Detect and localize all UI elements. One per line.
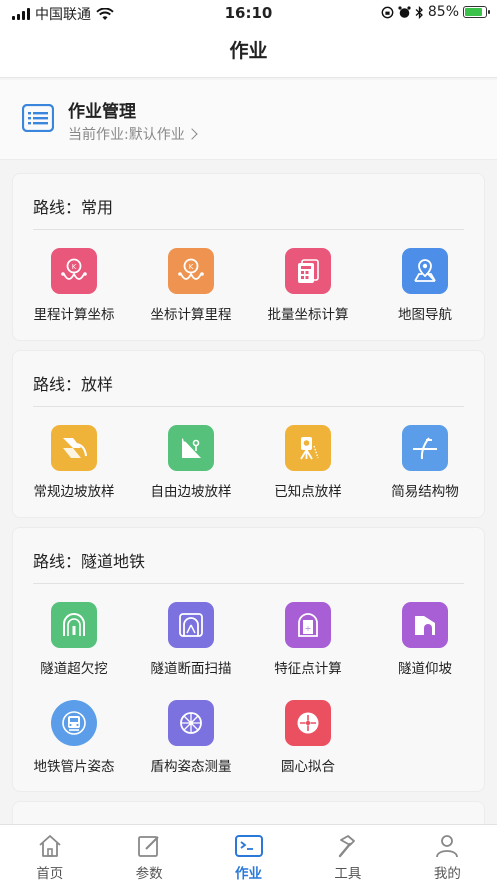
mileage-to-coordinate-icon: K <box>51 248 97 294</box>
tile-label: 常规边坡放样 <box>33 484 115 500</box>
divider <box>33 229 464 230</box>
tab-label: 首页 <box>36 866 64 882</box>
battery-icon <box>463 6 490 18</box>
hammer-icon <box>338 835 355 858</box>
tile-label: 隧道仰坡 <box>398 661 452 677</box>
current-job-label: 当前作业:默认作业 <box>68 127 185 143</box>
tab-bar: 首页 参数 作业 工具 我的 <box>0 824 497 883</box>
section-title: 路线：常用 <box>33 198 114 217</box>
chevron-right-icon <box>186 128 198 140</box>
tile-mileage-to-coordinate[interactable]: K 里程计算坐标 <box>15 248 133 328</box>
tile-label: 盾构姿态测量 <box>150 759 232 775</box>
tile-slope-stakeout[interactable]: 常规边坡放样 <box>15 425 133 505</box>
tab-home[interactable]: 首页 <box>0 825 99 883</box>
tile-tunnel-overbreak[interactable]: 隧道超欠挖 <box>15 602 133 682</box>
svg-text:÷: ÷ <box>305 624 312 633</box>
tunnel-overbreak-icon <box>51 602 97 648</box>
coordinate-to-mileage-icon: K <box>168 248 214 294</box>
tunnel-slope-icon <box>402 602 448 648</box>
tile-label: 里程计算坐标 <box>33 307 115 323</box>
tile-shield-attitude[interactable]: 盾构姿态测量 <box>132 700 250 780</box>
tile-label: 特征点计算 <box>274 661 342 677</box>
map-navigation-icon <box>402 248 448 294</box>
home-icon <box>39 835 61 857</box>
job-management[interactable]: 作业管理 当前作业:默认作业 <box>0 80 497 160</box>
known-point-stakeout-icon <box>285 425 331 471</box>
tab-label: 作业 <box>235 866 263 882</box>
tab-label: 参数 <box>135 866 163 882</box>
section-title: 路线：隧道地铁 <box>33 552 146 571</box>
divider <box>33 406 464 407</box>
tile-tunnel-slope[interactable]: 隧道仰坡 <box>366 602 484 682</box>
svg-text:K: K <box>189 263 194 271</box>
tile-label: 圆心拟合 <box>281 759 335 775</box>
tile-label: 地图导航 <box>398 307 452 323</box>
tile-label: 隧道断面扫描 <box>150 661 232 677</box>
tile-label: 自由边坡放样 <box>150 484 232 500</box>
rotation-lock-icon <box>381 6 394 18</box>
tile-free-slope[interactable]: 自由边坡放样 <box>132 425 250 505</box>
tile-coordinate-to-mileage[interactable]: K 坐标计算里程 <box>132 248 250 328</box>
tile-label: 坐标计算里程 <box>150 307 232 323</box>
tile-feature-point[interactable]: ÷ 特征点计算 <box>249 602 367 682</box>
section-title: 路线：放样 <box>33 375 114 394</box>
terminal-icon <box>234 835 263 857</box>
structure-icon <box>402 425 448 471</box>
free-slope-icon <box>168 425 214 471</box>
tunnel-section-scan-icon <box>168 602 214 648</box>
batch-calculation-icon <box>285 248 331 294</box>
tab-mine[interactable]: 我的 <box>398 825 497 883</box>
job-management-title: 作业管理 <box>68 102 136 122</box>
tab-label: 工具 <box>334 866 362 882</box>
section-stakeout: 路线：放样 常规边坡放样 自由边坡放样 已知点放样 简易结构物 <box>12 350 485 518</box>
user-icon <box>436 835 459 858</box>
section-common: 路线：常用 K 里程计算坐标 K 坐标计算里程 批量坐标计算 地图导航 <box>12 173 485 341</box>
shield-attitude-icon <box>168 700 214 746</box>
tile-tunnel-section-scan[interactable]: 隧道断面扫描 <box>132 602 250 682</box>
current-job[interactable]: 当前作业:默认作业 <box>68 124 198 144</box>
tile-label: 已知点放样 <box>274 484 342 500</box>
edit-icon <box>138 836 159 857</box>
tile-label: 批量坐标计算 <box>267 307 349 323</box>
feature-point-icon: ÷ <box>285 602 331 648</box>
page-title: 作业 <box>0 26 497 78</box>
tile-known-point-stakeout[interactable]: 已知点放样 <box>249 425 367 505</box>
svg-text:K: K <box>72 263 77 271</box>
battery-percent: 85% <box>427 4 459 20</box>
tab-label: 我的 <box>433 866 461 882</box>
alarm-icon <box>398 5 411 18</box>
status-bar: 中国联通 16:10 85% <box>0 0 497 26</box>
tile-map-navigation[interactable]: 地图导航 <box>366 248 484 328</box>
divider <box>33 583 464 584</box>
section-tunnel-subway: 路线：隧道地铁 隧道超欠挖 隧道断面扫描 ÷ 特征点计算 隧道仰坡 地铁管片姿态 <box>12 527 485 792</box>
bluetooth-icon <box>415 5 423 19</box>
tile-label: 地铁管片姿态 <box>33 759 115 775</box>
tab-jobs[interactable]: 作业 <box>199 825 298 883</box>
circle-fit-icon <box>285 700 331 746</box>
tile-batch-calculation[interactable]: 批量坐标计算 <box>249 248 367 328</box>
tile-subway-segment[interactable]: 地铁管片姿态 <box>15 700 133 780</box>
slope-stakeout-icon <box>51 425 97 471</box>
tile-label: 隧道超欠挖 <box>40 661 108 677</box>
tab-params[interactable]: 参数 <box>99 825 198 883</box>
tile-circle-fit[interactable]: 圆心拟合 <box>249 700 367 780</box>
list-document-icon <box>22 104 54 132</box>
tab-tools[interactable]: 工具 <box>298 825 397 883</box>
tile-structure[interactable]: 简易结构物 <box>366 425 484 505</box>
tile-label: 简易结构物 <box>391 484 459 500</box>
subway-segment-icon <box>51 700 97 746</box>
